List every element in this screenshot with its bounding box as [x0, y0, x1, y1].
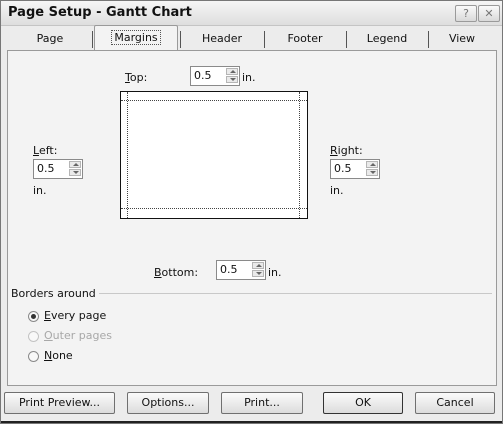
tab-header[interactable]: Header — [183, 28, 261, 50]
spin-down-icon[interactable] — [252, 270, 264, 277]
right-margin-spinner[interactable]: 0.5 — [330, 159, 380, 179]
tab-footer[interactable]: Footer — [267, 28, 343, 50]
title-bar: Page Setup - Gantt Chart ? ✕ — [1, 1, 502, 26]
cancel-button[interactable]: Cancel — [415, 392, 495, 414]
tab-legend[interactable]: Legend — [349, 28, 425, 50]
left-unit-label: in. — [33, 184, 47, 197]
tab-margins[interactable]: Margins — [94, 25, 178, 52]
every-page-label: Every page — [44, 309, 107, 322]
close-icon[interactable]: ✕ — [478, 5, 500, 22]
none-radio[interactable] — [28, 351, 39, 362]
right-margin-guide — [299, 92, 300, 218]
right-label: Right: — [330, 144, 363, 157]
spin-down-icon[interactable] — [69, 169, 81, 176]
bottom-margin-spinner[interactable]: 0.5 — [216, 260, 266, 280]
tab-view[interactable]: View — [431, 28, 493, 50]
tab-separator — [428, 31, 429, 48]
every-page-radio[interactable] — [28, 311, 39, 322]
window-title: Page Setup - Gantt Chart — [8, 5, 192, 20]
top-margin-guide — [121, 100, 307, 101]
tab-separator — [180, 31, 181, 48]
bottom-margin-guide — [121, 208, 307, 209]
page-preview — [120, 91, 308, 219]
spin-up-icon[interactable] — [366, 161, 378, 168]
top-label: Top: — [125, 71, 148, 84]
outer-pages-radio — [28, 331, 39, 342]
bottom-label: Bottom: — [154, 266, 199, 279]
print-preview-button[interactable]: Print Preview... — [4, 392, 115, 414]
right-unit-label: in. — [330, 184, 344, 197]
top-unit-label: in. — [242, 71, 256, 84]
left-label: Left: — [33, 144, 58, 157]
margins-panel: Top: 0.5 in. Left: 0.5 in. Right: 0.5 in… — [7, 50, 497, 386]
spin-down-icon[interactable] — [226, 76, 238, 83]
spin-up-icon[interactable] — [69, 161, 81, 168]
top-margin-value: 0.5 — [194, 69, 212, 82]
tab-separator — [346, 31, 347, 48]
borders-around-label: Borders around — [11, 287, 99, 300]
bottom-border — [1, 421, 502, 423]
left-margin-spinner[interactable]: 0.5 — [33, 159, 83, 179]
print-button[interactable]: Print... — [221, 392, 303, 414]
bottom-margin-value: 0.5 — [220, 263, 238, 276]
tab-margins-label: Margins — [111, 30, 161, 45]
right-margin-value: 0.5 — [334, 162, 352, 175]
bottom-unit-label: in. — [268, 266, 282, 279]
top-margin-spinner[interactable]: 0.5 — [190, 66, 240, 86]
options-button[interactable]: Options... — [127, 392, 209, 414]
none-label: None — [44, 349, 73, 362]
ok-button[interactable]: OK — [323, 392, 403, 414]
spin-up-icon[interactable] — [252, 262, 264, 269]
spin-down-icon[interactable] — [366, 169, 378, 176]
outer-pages-label: Outer pages — [44, 329, 112, 342]
tab-separator — [264, 31, 265, 48]
tab-separator — [92, 31, 93, 48]
left-margin-value: 0.5 — [37, 162, 55, 175]
page-setup-dialog: Page Setup - Gantt Chart ? ✕ Page Margin… — [0, 0, 503, 424]
left-margin-guide — [127, 92, 128, 218]
help-icon[interactable]: ? — [455, 5, 477, 22]
spin-up-icon[interactable] — [226, 68, 238, 75]
tab-page[interactable]: Page — [11, 28, 89, 50]
